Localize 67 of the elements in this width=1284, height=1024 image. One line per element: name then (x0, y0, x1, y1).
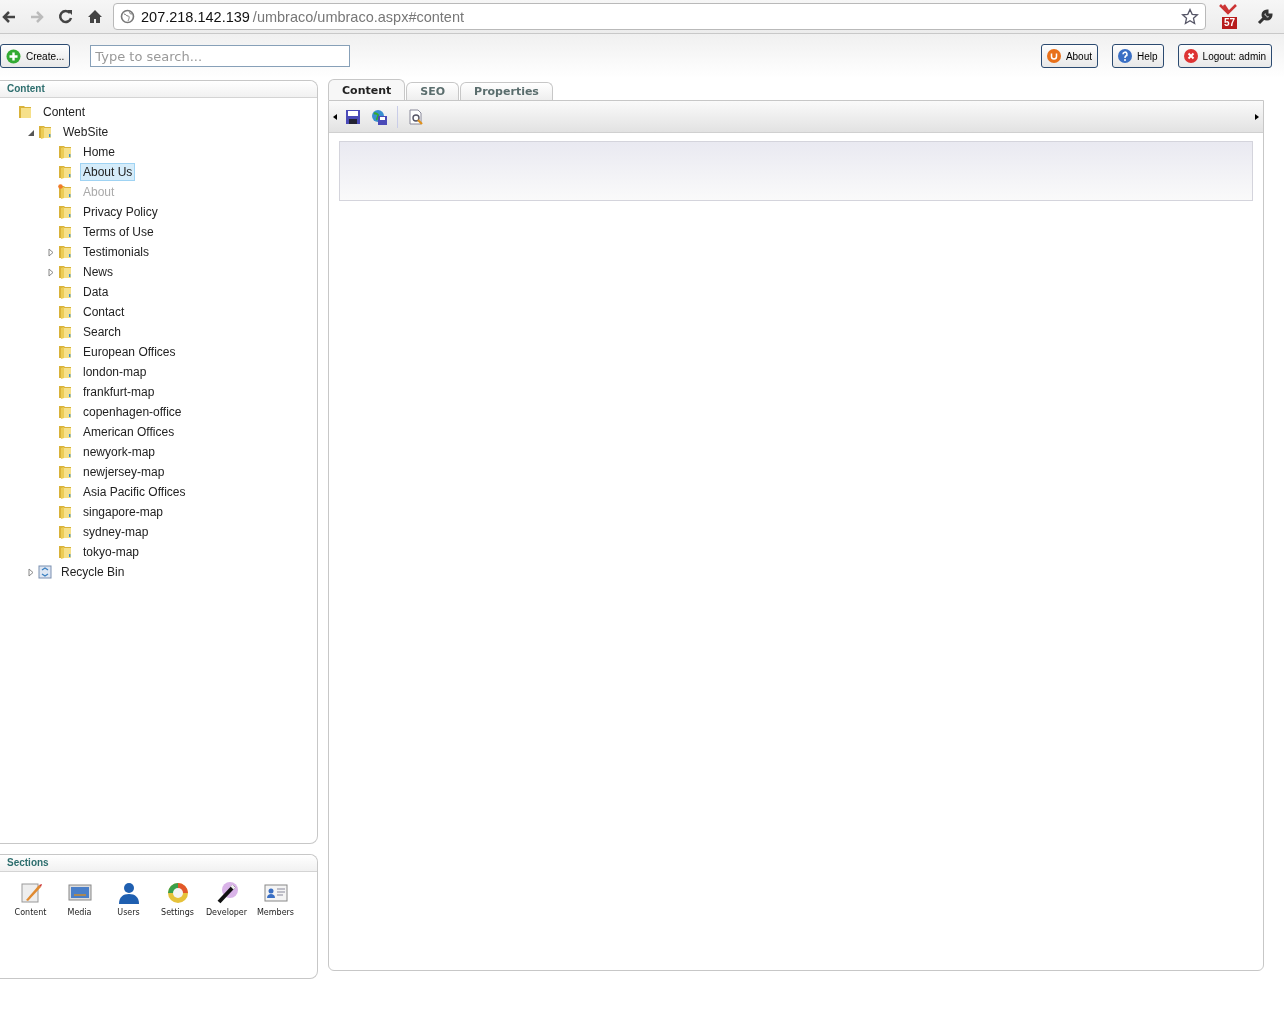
section-button[interactable]: Members (253, 881, 298, 917)
create-button[interactable]: Create... (0, 44, 71, 68)
globe-icon (120, 9, 135, 24)
tree-item[interactable]: Content (40, 103, 89, 121)
url-path: /umbraco/umbraco.aspx#content (252, 8, 465, 25)
section-button[interactable]: Content (8, 881, 53, 917)
home-icon[interactable] (87, 9, 103, 24)
tree-item[interactable]: copenhagen-office (80, 403, 185, 421)
reload-icon[interactable] (58, 9, 73, 24)
tree-item[interactable]: European Offices (80, 343, 179, 361)
tab[interactable]: Properties (460, 82, 553, 100)
help-button[interactable]: Help (1112, 44, 1164, 68)
color-ball-icon (165, 881, 190, 905)
tree-item[interactable]: london-map (80, 363, 150, 381)
preview-icon[interactable] (408, 108, 424, 125)
tree-item[interactable]: Testimonials (80, 243, 153, 261)
search-field[interactable]: Type to search... (90, 45, 351, 67)
user-icon (116, 881, 141, 905)
folder-icon (18, 104, 34, 120)
tree-item[interactable]: WebSite (60, 123, 112, 141)
section-button[interactable]: Developer (204, 881, 249, 917)
panel-title: Content (0, 81, 317, 98)
tree-item[interactable]: Search (80, 323, 125, 341)
tree-item[interactable]: tokyo-map (80, 543, 143, 561)
recycle-bin-icon (38, 565, 52, 579)
section-button[interactable]: Users (106, 881, 151, 917)
notification-badge: 57 (1222, 16, 1238, 29)
tree-item[interactable]: singapore-map (80, 503, 167, 521)
plus-icon (6, 48, 21, 64)
logout-button[interactable]: Logout: admin (1177, 44, 1272, 68)
tree-item[interactable]: Privacy Policy (80, 203, 161, 221)
tree-item[interactable]: News (80, 263, 116, 281)
address-bar[interactable]: 207.218.142.139 /umbraco/umbraco.aspx#content (113, 3, 1206, 30)
back-icon[interactable] (2, 9, 16, 24)
tree-item[interactable]: Terms of Use (80, 223, 157, 241)
tree-item[interactable]: About Us (80, 163, 136, 181)
collapsed-arrow-icon[interactable] (26, 567, 35, 577)
about-button[interactable]: About (1040, 44, 1099, 68)
tab[interactable]: Content (328, 79, 406, 100)
help-icon (1118, 49, 1133, 63)
tree-item[interactable]: Data (80, 283, 112, 301)
scroll-left-icon[interactable] (333, 113, 337, 120)
globe-save-icon[interactable] (371, 108, 387, 125)
section-button[interactable]: Settings (155, 881, 200, 917)
tree-item[interactable]: Home (80, 143, 118, 161)
tree-item[interactable]: newyork-map (80, 443, 159, 461)
url-host: 207.218.142.139 (141, 8, 250, 25)
wrench-icon[interactable] (1256, 7, 1274, 26)
panel-title: Sections (0, 855, 317, 872)
collapsed-arrow-icon[interactable] (46, 247, 55, 257)
tree-item[interactable]: Asia Pacific Offices (80, 483, 189, 501)
save-icon[interactable] (345, 108, 361, 125)
tree-item[interactable]: Recycle Bin (58, 563, 128, 581)
member-card-icon (263, 881, 288, 905)
tab[interactable]: SEO (406, 82, 460, 100)
close-icon (1183, 49, 1198, 63)
section-button[interactable]: Media (57, 881, 102, 917)
star-icon[interactable] (1181, 7, 1199, 26)
scroll-right-icon[interactable] (1255, 113, 1259, 120)
pencil-page-icon (18, 881, 43, 905)
tree-item[interactable]: newjersey-map (80, 463, 168, 481)
tree-item[interactable]: frankfurt-map (80, 383, 158, 401)
tree-item[interactable]: American Offices (80, 423, 178, 441)
tree-item[interactable]: Contact (80, 303, 128, 321)
collapsed-arrow-icon[interactable] (46, 267, 55, 277)
u-logo-icon (1046, 49, 1061, 63)
tree-item[interactable]: sydney-map (80, 523, 152, 541)
